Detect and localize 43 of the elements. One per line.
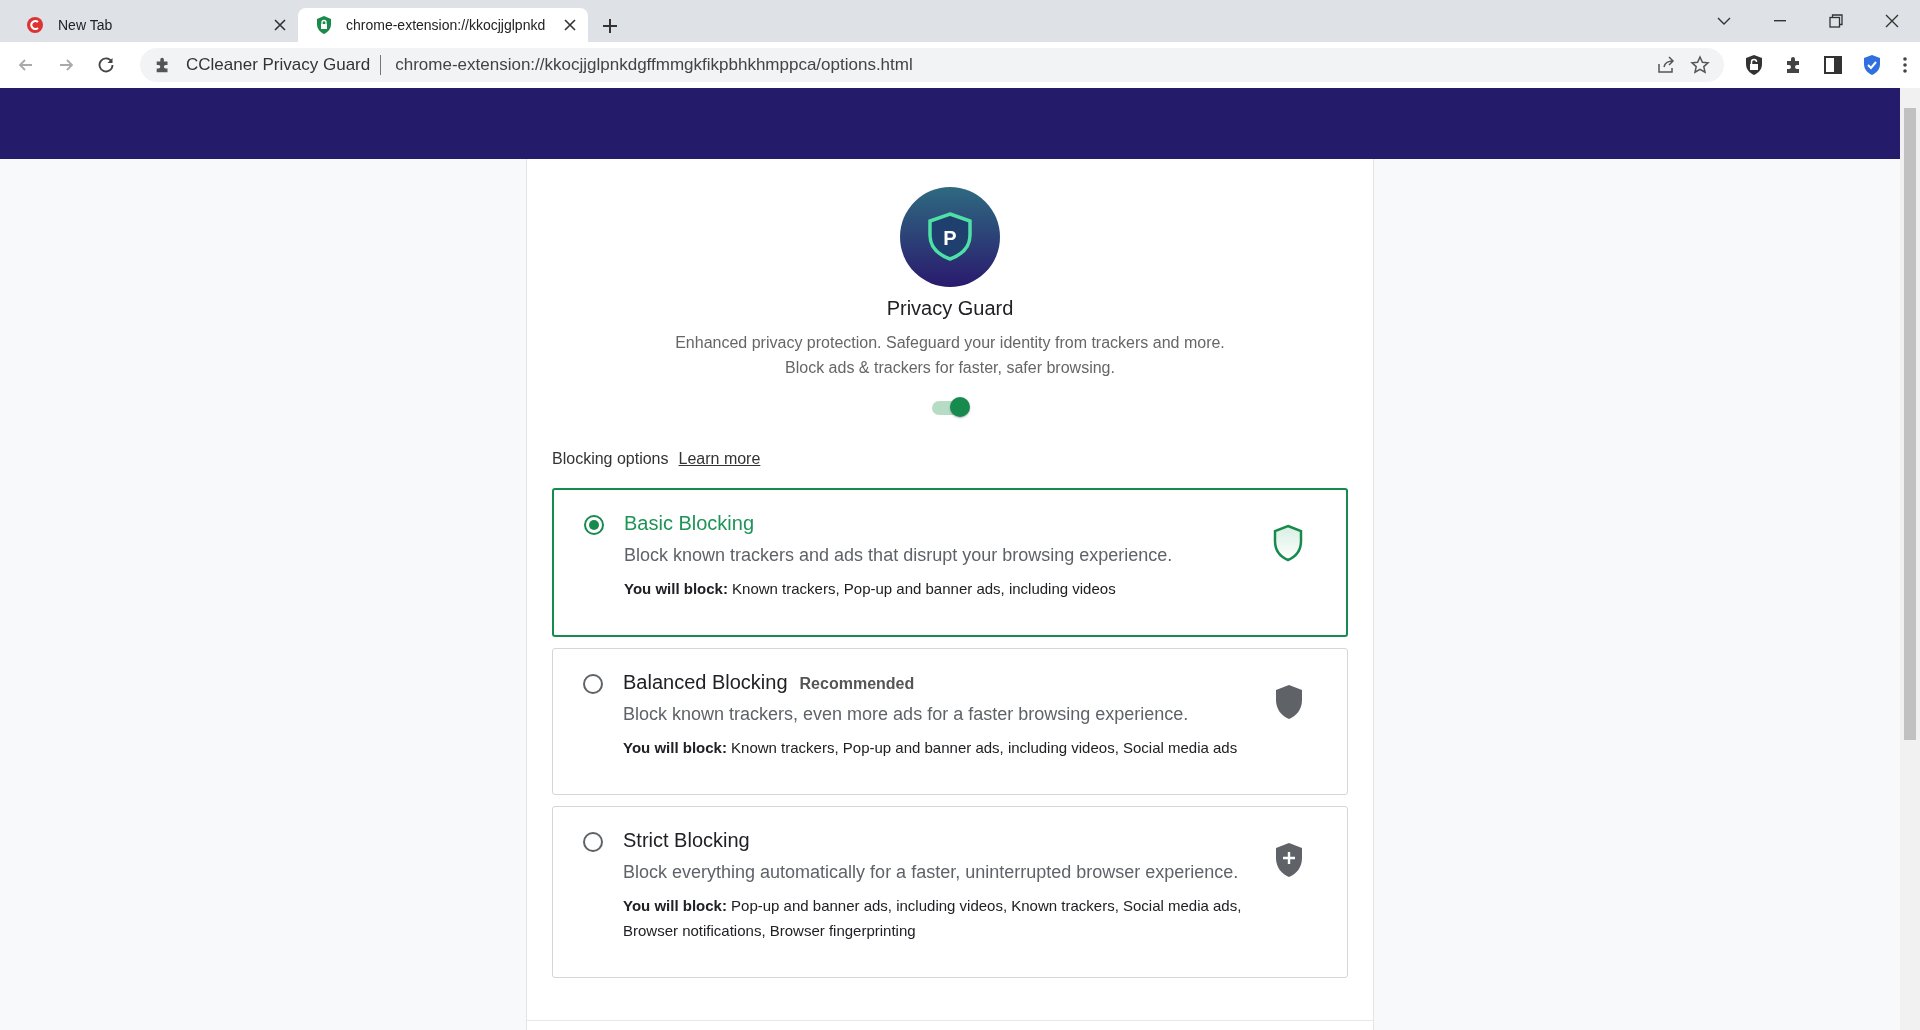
- blocked-items-text: You will block: Pop-up and banner ads, including videos, Known trackers, Social media ads, Browser notifications, Browser fingerprinting: [623, 896, 1243, 941]
- blocked-items-text: You will block: Known trackers, Pop-up and banner ads, including videos: [624, 579, 1117, 599]
- scrollbar[interactable]: [1900, 88, 1920, 1030]
- browser-tab[interactable]: chrome-extension://kkocjjglpnkd: [298, 8, 588, 42]
- shield-lock-icon[interactable]: [1744, 54, 1764, 76]
- blocking-option-card[interactable]: Basic Blocking Block known trackers and ads that disrupt your browsing experience. You will block: Known trackers, Pop-up and banner ads, including videos: [552, 488, 1348, 637]
- new-tab-icon[interactable]: [602, 18, 618, 34]
- app-title: Privacy Guard: [886, 297, 1014, 320]
- learn-more-link[interactable]: Learn more: [678, 450, 761, 468]
- logo-letter: P: [943, 227, 957, 249]
- round-logo-icon: [26, 16, 44, 34]
- app-description: Enhanced privacy protection. Safeguard your identity from trackers and more. Block ads & trackers for faster, safer browsing.: [675, 333, 1225, 378]
- toggle-switch[interactable]: [930, 396, 970, 418]
- option-title: Strict Blocking: [623, 829, 750, 852]
- address-bar[interactable]: CCleaner Privacy Guard chrome-extension://kkocjjglpnkdgffmmgkfikpbhkhmppca/options.html: [140, 48, 1724, 82]
- blocked-items-text: You will block: Known trackers, Pop-up and banner ads, including videos, Social media ads: [623, 738, 1239, 758]
- option-title: Basic Blocking: [624, 512, 755, 535]
- shield-plus-icon: [1273, 841, 1305, 879]
- url-text: chrome-extension://kkocjjglpnkdgffmmgkfikpbhkhmppca/options.html: [395, 55, 913, 75]
- shield-outline-icon: [1272, 524, 1304, 562]
- blocking-option-card[interactable]: [552, 806, 1348, 978]
- share-icon[interactable]: [1656, 55, 1676, 75]
- menu-icon[interactable]: [1902, 55, 1908, 75]
- star-icon[interactable]: [1690, 55, 1710, 75]
- blocking-option-card[interactable]: Balanced Blocking Recommended Block known trackers, even more ads for a faster browsing experience. You will block: Known trackers, Pop-up and banner ads, including videos, Social media ads: [552, 648, 1348, 795]
- option-description: Block known trackers, even more ads for a faster browsing experience.: [623, 704, 1190, 725]
- shield-check-icon[interactable]: [1862, 54, 1882, 76]
- option-description: Block everything automatically for a faster, uninterrupted browser experience.: [623, 862, 1240, 883]
- side-panel-icon[interactable]: [1824, 56, 1842, 74]
- site-name: CCleaner Privacy Guard: [186, 55, 382, 75]
- close-icon[interactable]: [274, 19, 286, 31]
- shield-icon: [316, 16, 332, 34]
- close-icon[interactable]: [564, 19, 576, 31]
- browser-tab[interactable]: New Tab: [8, 8, 298, 42]
- option-title: Balanced Blocking: [623, 671, 788, 694]
- radio-button[interactable]: [583, 674, 603, 694]
- radio-button[interactable]: [584, 515, 604, 535]
- shield-icon: [1273, 683, 1305, 721]
- radio-button[interactable]: [583, 832, 603, 852]
- section-label: Blocking options: [552, 450, 669, 468]
- reload-icon[interactable]: [96, 55, 116, 75]
- option-description: Block known trackers and ads that disrupt your browsing experience.: [624, 545, 1174, 566]
- recommended-label: Recommended: [799, 675, 915, 693]
